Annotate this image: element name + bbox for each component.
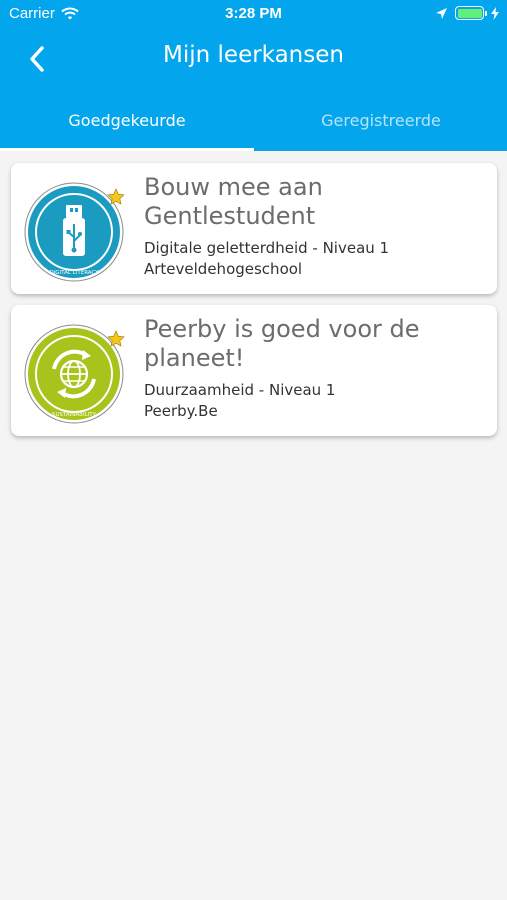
card-category: Digitale geletterdheid - Niveau 1 (144, 239, 390, 257)
status-bar: Carrier 3:28 PM (0, 0, 507, 30)
card-category: Duurzaamheid - Niveau 1 (144, 381, 336, 399)
badge-ring-text: DIGITAL LITERACY (49, 270, 99, 276)
charging-bolt-icon (491, 6, 499, 20)
status-right (435, 6, 499, 20)
page-title: Mijn leerkansen (163, 42, 344, 68)
battery-icon (455, 6, 484, 20)
tab-approved[interactable]: Goedgekeurde (0, 111, 254, 130)
digital-literacy-badge: DIGITAL LITERACY (24, 182, 125, 282)
active-tab-indicator (0, 148, 254, 151)
status-time: 3:28 PM (225, 5, 282, 22)
card-organization: Arteveldehogeschool (144, 260, 303, 278)
badge-ring-text: SUSTAINABILITY (52, 412, 97, 418)
battery-level (457, 8, 482, 18)
card-title: Bouw mee aan Gentlestudent (144, 173, 323, 230)
usb-stick-icon (63, 205, 85, 256)
app-header: Carrier 3:28 PM Mijn leerkansen Goedgeke… (0, 0, 507, 151)
card-organization: Peerby.Be (144, 402, 218, 420)
tab-registered[interactable]: Geregistreerde (254, 111, 507, 130)
battery-tip (485, 10, 487, 16)
opportunity-card[interactable]: SUSTAINABILITY Peerby is goed voor de pl… (11, 305, 497, 436)
opportunity-card[interactable]: DIGITAL LITERACY Bouw mee aan Gentlestud… (11, 163, 497, 294)
location-arrow-icon (436, 7, 447, 19)
card-title: Peerby is goed voor de planeet! (144, 315, 420, 372)
sustainability-badge: SUSTAINABILITY (24, 324, 125, 424)
